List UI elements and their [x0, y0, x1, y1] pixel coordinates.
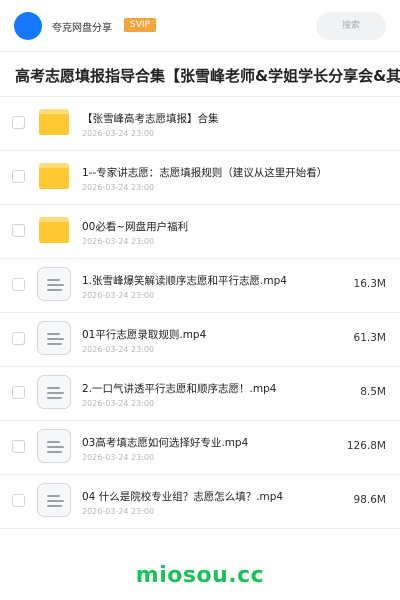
file-name[interactable]: 03高考填志愿如何选择好专业.mp4	[82, 435, 337, 450]
row-checkbox[interactable]	[12, 332, 25, 345]
row-checkbox[interactable]	[12, 170, 25, 183]
file-size: 126.8M	[346, 440, 386, 452]
document-icon	[37, 267, 71, 301]
file-name[interactable]: 【张雪峰高考志愿填报】合集	[82, 111, 337, 126]
list-item[interactable]: 2.一口气讲透平行志愿和顺序志愿！.mp4 2026-03-24 23:00 8…	[0, 367, 400, 421]
list-item[interactable]: 01平行志愿录取规则.mp4 2026-03-24 23:00 61.3M	[0, 313, 400, 367]
row-checkbox[interactable]	[12, 494, 25, 507]
row-checkbox[interactable]	[12, 224, 25, 237]
page-title: 高考志愿填报指导合集【张雪峰老师&学姐学长分享会&其他	[15, 67, 400, 85]
file-date: 2026-03-24 23:00	[82, 237, 155, 246]
row-checkbox[interactable]	[12, 116, 25, 129]
avatar[interactable]	[14, 12, 42, 40]
file-size: 8.5M	[360, 386, 386, 398]
row-checkbox[interactable]	[12, 386, 25, 399]
row-checkbox[interactable]	[12, 440, 25, 453]
row-checkbox[interactable]	[12, 278, 25, 291]
file-size: 61.3M	[353, 332, 386, 344]
file-date: 2026-03-24 23:00	[82, 291, 155, 300]
list-item[interactable]: 【张雪峰高考志愿填报】合集 2026-03-24 23:00	[0, 97, 400, 151]
svip-badge: SVIP	[124, 18, 156, 32]
list-item[interactable]: 1--专家讲志愿：志愿填报规则（建议从这里开始看） 2026-03-24 23:…	[0, 151, 400, 205]
file-date: 2026-03-24 23:00	[82, 453, 155, 462]
file-name[interactable]: 01平行志愿录取规则.mp4	[82, 327, 337, 342]
watermark: miosou.cc	[135, 563, 265, 588]
list-item[interactable]: 1.张雪峰爆笑解读顺序志愿和平行志愿.mp4 2026-03-24 23:00 …	[0, 259, 400, 313]
file-size: 98.6M	[353, 494, 386, 506]
list-item[interactable]: 03高考填志愿如何选择好专业.mp4 2026-03-24 23:00 126.…	[0, 421, 400, 475]
file-date: 2026-03-24 23:00	[82, 507, 155, 516]
file-date: 2026-03-24 23:00	[82, 129, 155, 138]
folder-icon	[39, 163, 69, 189]
document-icon	[37, 483, 71, 517]
folder-icon	[39, 109, 69, 135]
folder-icon	[39, 217, 69, 243]
search-input[interactable]: 搜索	[316, 12, 386, 40]
file-size: 16.3M	[353, 278, 386, 290]
document-icon	[37, 375, 71, 409]
file-name[interactable]: 00必看~网盘用户福利	[82, 219, 337, 234]
list-item[interactable]: 00必看~网盘用户福利 2026-03-24 23:00	[0, 205, 400, 259]
document-icon	[37, 429, 71, 463]
file-date: 2026-03-24 23:00	[82, 399, 155, 408]
sharer-name[interactable]: 夸克网盘分享	[52, 19, 112, 34]
file-name[interactable]: 1.张雪峰爆笑解读顺序志愿和平行志愿.mp4	[82, 273, 337, 288]
file-name[interactable]: 2.一口气讲透平行志愿和顺序志愿！.mp4	[82, 381, 337, 396]
document-icon	[37, 321, 71, 355]
top-bar: 夸克网盘分享 SVIP 搜索	[0, 0, 400, 52]
file-date: 2026-03-24 23:00	[82, 183, 155, 192]
file-name[interactable]: 04 什么是院校专业组？志愿怎么填？.mp4	[82, 489, 337, 504]
file-name[interactable]: 1--专家讲志愿：志愿填报规则（建议从这里开始看）	[82, 165, 337, 180]
list-item[interactable]: 04 什么是院校专业组？志愿怎么填？.mp4 2026-03-24 23:00 …	[0, 475, 400, 529]
file-list: 【张雪峰高考志愿填报】合集 2026-03-24 23:00 1--专家讲志愿：…	[0, 97, 400, 529]
file-date: 2026-03-24 23:00	[82, 345, 155, 354]
